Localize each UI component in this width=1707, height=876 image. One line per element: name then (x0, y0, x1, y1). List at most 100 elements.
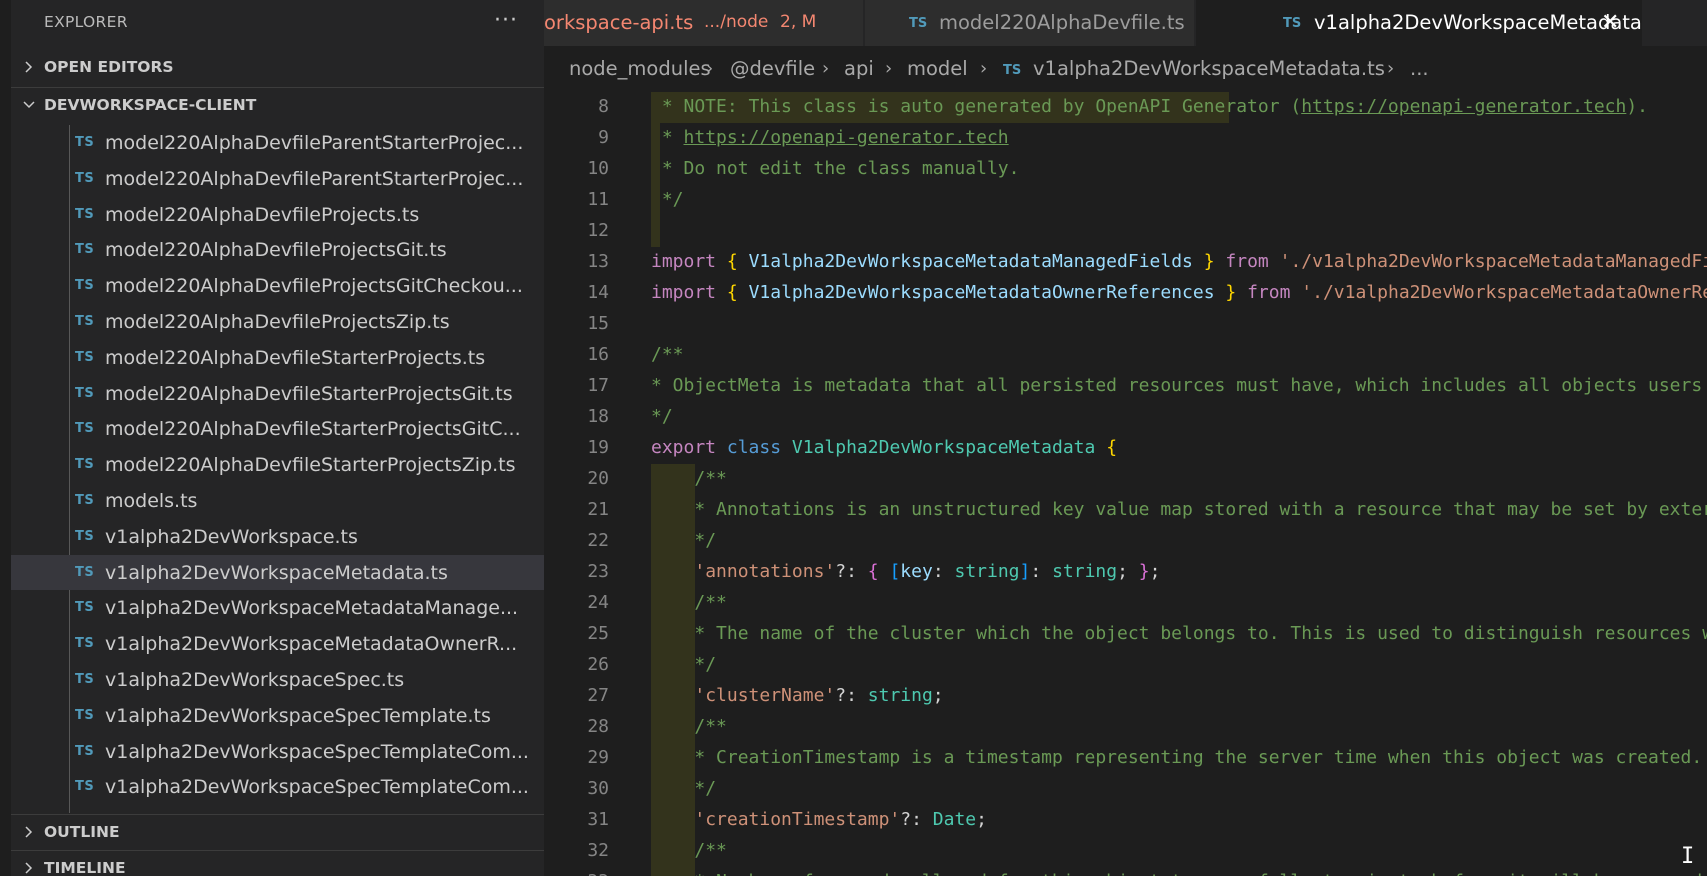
code-token: */ (694, 654, 717, 675)
code-token: */ (694, 530, 717, 551)
code-line: 26 */ (544, 650, 1707, 681)
line-number: 10 (587, 158, 609, 179)
tree-file-item[interactable]: TS v1alpha2DevWorkspaceSpecTemplate.ts (11, 698, 544, 733)
code-token: Date (932, 809, 977, 830)
code-token: ?: (900, 809, 933, 830)
typescript-file-icon: TS (75, 206, 95, 222)
tree-file-item[interactable]: TS v1alpha2DevWorkspaceMetadata.ts (11, 554, 544, 590)
line-number: 8 (598, 96, 609, 117)
file-name: model220AlphaDevfileProjectsGit.ts (105, 239, 447, 262)
tree-file-item[interactable]: TS v1alpha2DevWorkspaceMetadataOwnerR... (11, 626, 544, 661)
code-token[interactable]: https://openapi-generator.tech (684, 127, 1009, 148)
code-token: ?: (835, 561, 868, 582)
typescript-file-icon: TS (75, 457, 95, 473)
line-number: 30 (587, 778, 609, 799)
code-line: 18 */ (544, 402, 1707, 433)
code-token: ; (1149, 561, 1161, 582)
code-text: */ (651, 654, 716, 675)
tree-file-item[interactable]: TS model220AlphaDevfileStarterProjectsGit… (11, 411, 544, 446)
section-open-editors[interactable]: OPEN EDITORS (11, 50, 544, 86)
code-text: /** (651, 716, 727, 737)
explorer-sidebar: EXPLORER ··· OPEN EDITORS DEVWORKSPACE-C… (11, 0, 544, 876)
file-tree: TS model220AlphaDevfileParentStarterProje… (11, 125, 544, 813)
code-token[interactable]: https://openapi-generator.tech (1301, 96, 1626, 117)
code-line: 12 (544, 216, 1707, 247)
tree-file-item[interactable]: TS model220AlphaDevfileStarterProjectsGit… (11, 376, 544, 411)
code-line: 15 (544, 309, 1707, 340)
breadcrumb-item[interactable]: @devfile (730, 57, 815, 80)
tree-file-item[interactable]: TS v1alpha2DevWorkspace.ts (11, 519, 544, 554)
tree-file-item[interactable]: TS v1alpha2DevWorkspaceSpec.ts (11, 662, 544, 697)
typescript-file-icon: TS (75, 421, 95, 437)
code-line: 8 * NOTE: This class is auto generated b… (544, 92, 1707, 123)
code-token: from (1225, 251, 1269, 272)
line-number: 20 (587, 468, 609, 489)
tab-workspace-api[interactable]: orkspace-api.ts .../node 2, M (544, 0, 864, 46)
file-name: model220AlphaDevfileParentStarterProjec.… (105, 132, 524, 154)
typescript-file-icon: TS (75, 636, 95, 652)
code-text: */ (651, 189, 684, 210)
code-line: 17 * ObjectMeta is metadata that all pers… (544, 371, 1707, 402)
code-token: */ (651, 189, 684, 210)
close-icon[interactable]: ✕ (1601, 10, 1619, 35)
tree-file-item[interactable]: TS model220AlphaDevfileStarterProjectsZip… (11, 447, 544, 482)
code-token: key (900, 561, 933, 582)
tab-v1alpha2-devworkspace-metadata[interactable]: TS v1alpha2DevWorkspaceMetadata.ts ✕ (1196, 0, 1643, 46)
typescript-file-icon: TS (75, 349, 95, 365)
code-line: 20 /** (544, 464, 1707, 495)
tree-file-item[interactable]: TS model220AlphaDevfileStarterProjects.ts (11, 340, 544, 375)
code-line: 31 'creationTimestamp'?: Date; (544, 805, 1707, 836)
typescript-file-icon: TS (75, 314, 95, 329)
tree-file-item[interactable]: TS models.ts (11, 483, 544, 518)
code-token: /** (694, 592, 727, 613)
code-line: 14 import { V1alpha2DevWorkspaceMetadataO… (544, 278, 1707, 309)
tree-file-item[interactable]: TS model220AlphaDevfileParentStarterProje… (11, 125, 544, 160)
breadcrumb-item[interactable]: model (907, 57, 968, 80)
line-number: 23 (587, 561, 609, 582)
code-text: import { V1alpha2DevWorkspaceMetadataMan… (651, 251, 1707, 272)
ellipsis-icon[interactable]: ··· (494, 8, 518, 33)
tree-file-item[interactable]: TS model220AlphaDevfileProjectsGitCheckou… (11, 268, 544, 303)
typescript-file-icon: TS (75, 528, 95, 544)
chevron-right-icon: › (885, 58, 893, 79)
code-editor[interactable]: 8 * NOTE: This class is auto generated b… (544, 92, 1707, 876)
typescript-file-icon: TS (75, 493, 95, 508)
code-token: * CreationTimestamp is a timestamp repre… (694, 747, 1703, 768)
section-label: OPEN EDITORS (44, 58, 174, 76)
section-timeline[interactable]: TIMELINE (11, 850, 544, 876)
code-line: 27 'clusterName'?: string; (544, 681, 1707, 712)
breadcrumb-item[interactable]: ... (1410, 57, 1429, 80)
chevron-right-icon: › (1387, 58, 1395, 79)
code-token: /** (694, 468, 727, 489)
code-token: 'annotations' (694, 561, 836, 582)
tree-file-item[interactable]: TS v1alpha2DevWorkspaceSpecTemplateCom... (11, 734, 544, 769)
breadcrumb-item[interactable]: api (844, 57, 874, 80)
tab-model220-alpha-devfile[interactable]: TS model220AlphaDevfile.ts (865, 0, 1195, 46)
tree-file-item[interactable]: TS v1alpha2DevWorkspaceSpecTemplateCom... (11, 769, 544, 804)
code-text: 'creationTimestamp'?: Date; (651, 809, 987, 830)
breadcrumb-item[interactable]: v1alpha2DevWorkspaceMetadata.ts (1033, 57, 1385, 80)
code-text: * Number of seconds allowed for this obj… (651, 871, 1702, 876)
code-token: : (932, 561, 955, 582)
tree-file-item[interactable]: TS model220AlphaDevfileParentStarterProje… (11, 161, 544, 196)
tree-file-item[interactable]: TS model220AlphaDevfileProjectsGit.ts (11, 232, 544, 267)
code-line: 30 */ (544, 774, 1707, 805)
tree-file-item[interactable]: TS model220AlphaDevfileProjectsZip.ts (11, 304, 544, 339)
section-devworkspace-client[interactable]: DEVWORKSPACE-CLIENT (11, 87, 544, 123)
tree-file-item[interactable]: TS model220AlphaDevfileProjects.ts (11, 197, 544, 232)
file-name: model220AlphaDevfileParentStarterProjec.… (105, 167, 524, 190)
chevron-right-icon: › (706, 58, 714, 79)
code-text: * The name of the cluster which the obje… (651, 623, 1707, 644)
section-outline[interactable]: OUTLINE (11, 814, 544, 850)
code-text: */ (651, 778, 716, 799)
tree-file-item[interactable]: TS v1alpha2DevWorkspaceMetadataManage... (11, 590, 544, 625)
breadcrumb-item[interactable]: node_modules (569, 57, 711, 80)
